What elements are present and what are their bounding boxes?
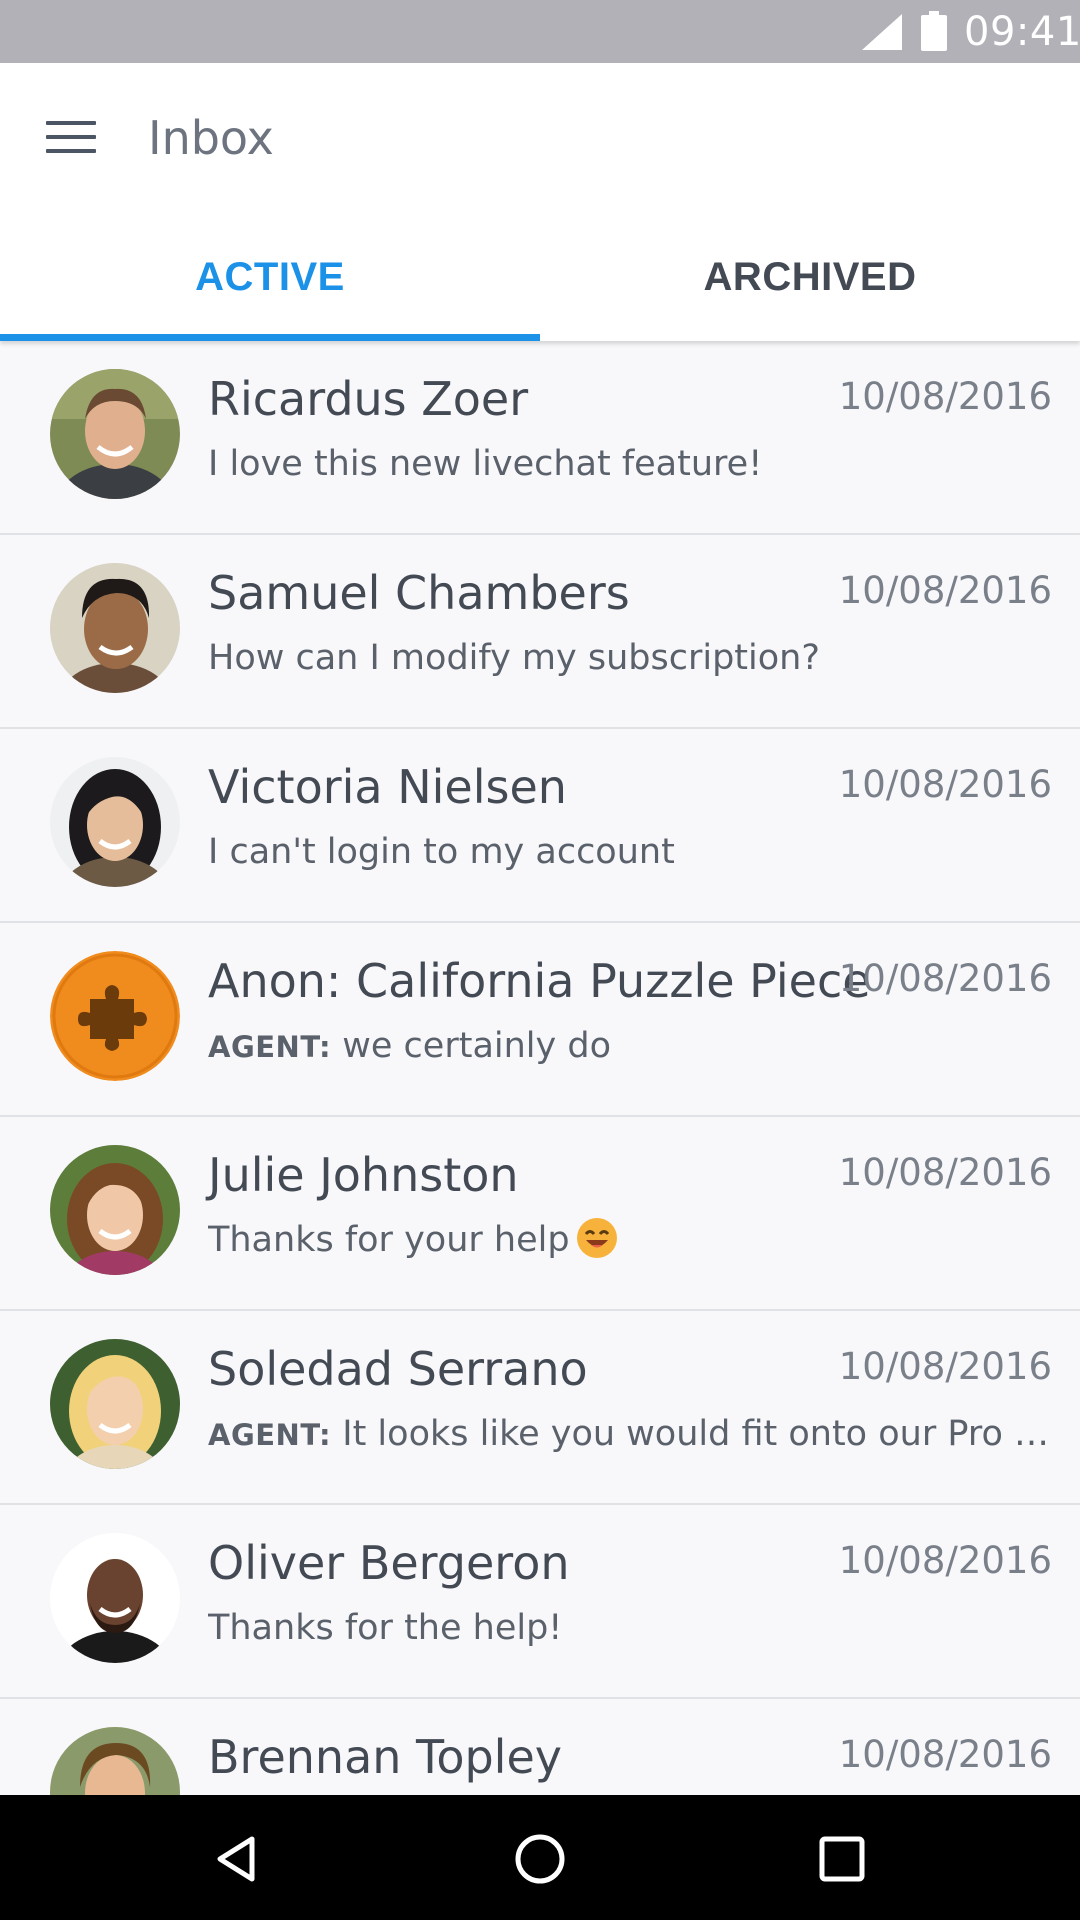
tab-indicator <box>0 334 540 341</box>
menu-icon[interactable] <box>46 117 98 157</box>
contact-name: Victoria Nielsen <box>208 760 567 814</box>
message-date: 10/08/2016 <box>838 1733 1052 1776</box>
navigation-bar <box>0 1795 1080 1920</box>
contact-name: Oliver Bergeron <box>208 1536 570 1590</box>
message-preview: AGENT: It looks like you would fit onto … <box>208 1411 1054 1458</box>
message-preview: Thanks for the help! <box>208 1605 1054 1651</box>
battery-icon <box>921 11 947 51</box>
message-text: we certainly do <box>342 1026 611 1066</box>
contact-name: Julie Johnston <box>208 1148 519 1202</box>
message-preview: I love this new livechat feature! <box>208 441 1054 487</box>
message-date: 10/08/2016 <box>838 1539 1052 1582</box>
puzzle-piece-icon <box>50 951 180 1081</box>
contact-name: Samuel Chambers <box>208 566 630 620</box>
message-text: Thanks for the help! <box>208 1608 563 1648</box>
avatar <box>50 1727 180 1795</box>
signal-icon <box>862 14 902 50</box>
contact-name: Soledad Serrano <box>208 1342 588 1396</box>
tab-archived[interactable]: ARCHIVED <box>540 213 1080 341</box>
app-bar: Inbox <box>0 63 1080 213</box>
avatar <box>50 1339 180 1469</box>
message-text: I love this new livechat feature! <box>208 444 763 484</box>
message-date: 10/08/2016 <box>838 569 1052 612</box>
message-date: 10/08/2016 <box>838 763 1052 806</box>
message-preview: How can I modify my subscription? <box>208 635 1054 681</box>
avatar <box>50 1145 180 1275</box>
conversation-row[interactable]: Brennan Topley 10/08/2016 <box>0 1699 1080 1795</box>
conversation-row[interactable]: Victoria Nielsen 10/08/2016 I can't logi… <box>0 729 1080 923</box>
message-date: 10/08/2016 <box>838 375 1052 418</box>
contact-name: Brennan Topley <box>208 1730 562 1784</box>
message-date: 10/08/2016 <box>838 1345 1052 1388</box>
tab-active[interactable]: ACTIVE <box>0 213 540 341</box>
sender-label: AGENT: <box>208 1418 332 1452</box>
conversation-row[interactable]: Soledad Serrano 10/08/2016 AGENT: It loo… <box>0 1311 1080 1505</box>
message-text: Thanks for your help <box>208 1220 570 1260</box>
conversation-row[interactable]: Anon: California Puzzle Piece 10/08/2016… <box>0 923 1080 1117</box>
page-title: Inbox <box>148 111 274 165</box>
avatar <box>50 563 180 693</box>
contact-name: Ricardus Zoer <box>208 372 529 426</box>
message-preview: Thanks for your help <box>208 1217 1054 1263</box>
message-date: 10/08/2016 <box>838 1151 1052 1194</box>
back-icon[interactable] <box>208 1829 268 1889</box>
home-icon[interactable] <box>510 1829 570 1889</box>
recents-icon[interactable] <box>812 1829 872 1889</box>
message-text: I can't login to my account <box>208 832 675 872</box>
message-preview: AGENT: we certainly do <box>208 1023 1054 1070</box>
message-text: It looks like you would fit onto our Pro… <box>342 1414 1054 1454</box>
conversation-row[interactable]: Samuel Chambers 10/08/2016 How can I mod… <box>0 535 1080 729</box>
avatar <box>50 369 180 499</box>
message-text: How can I modify my subscription? <box>208 638 820 678</box>
message-date: 10/08/2016 <box>838 957 1052 1000</box>
message-preview: I can't login to my account <box>208 829 1054 875</box>
tab-bar: ACTIVE ARCHIVED <box>0 213 1080 341</box>
smiling-face-emoji <box>576 1218 617 1258</box>
conversation-row[interactable]: Ricardus Zoer 10/08/2016 I love this new… <box>0 341 1080 535</box>
conversation-row[interactable]: Oliver Bergeron 10/08/2016 Thanks for th… <box>0 1505 1080 1699</box>
sender-label: AGENT: <box>208 1030 332 1064</box>
contact-name: Anon: California Puzzle Piece <box>208 954 871 1008</box>
avatar <box>50 757 180 887</box>
status-bar: 09:41 <box>0 0 1080 63</box>
conversation-row[interactable]: Julie Johnston 10/08/2016 Thanks for you… <box>0 1117 1080 1311</box>
clock: 09:41 <box>964 9 1080 55</box>
avatar <box>50 1533 180 1663</box>
conversation-list[interactable]: Ricardus Zoer 10/08/2016 I love this new… <box>0 341 1080 1795</box>
